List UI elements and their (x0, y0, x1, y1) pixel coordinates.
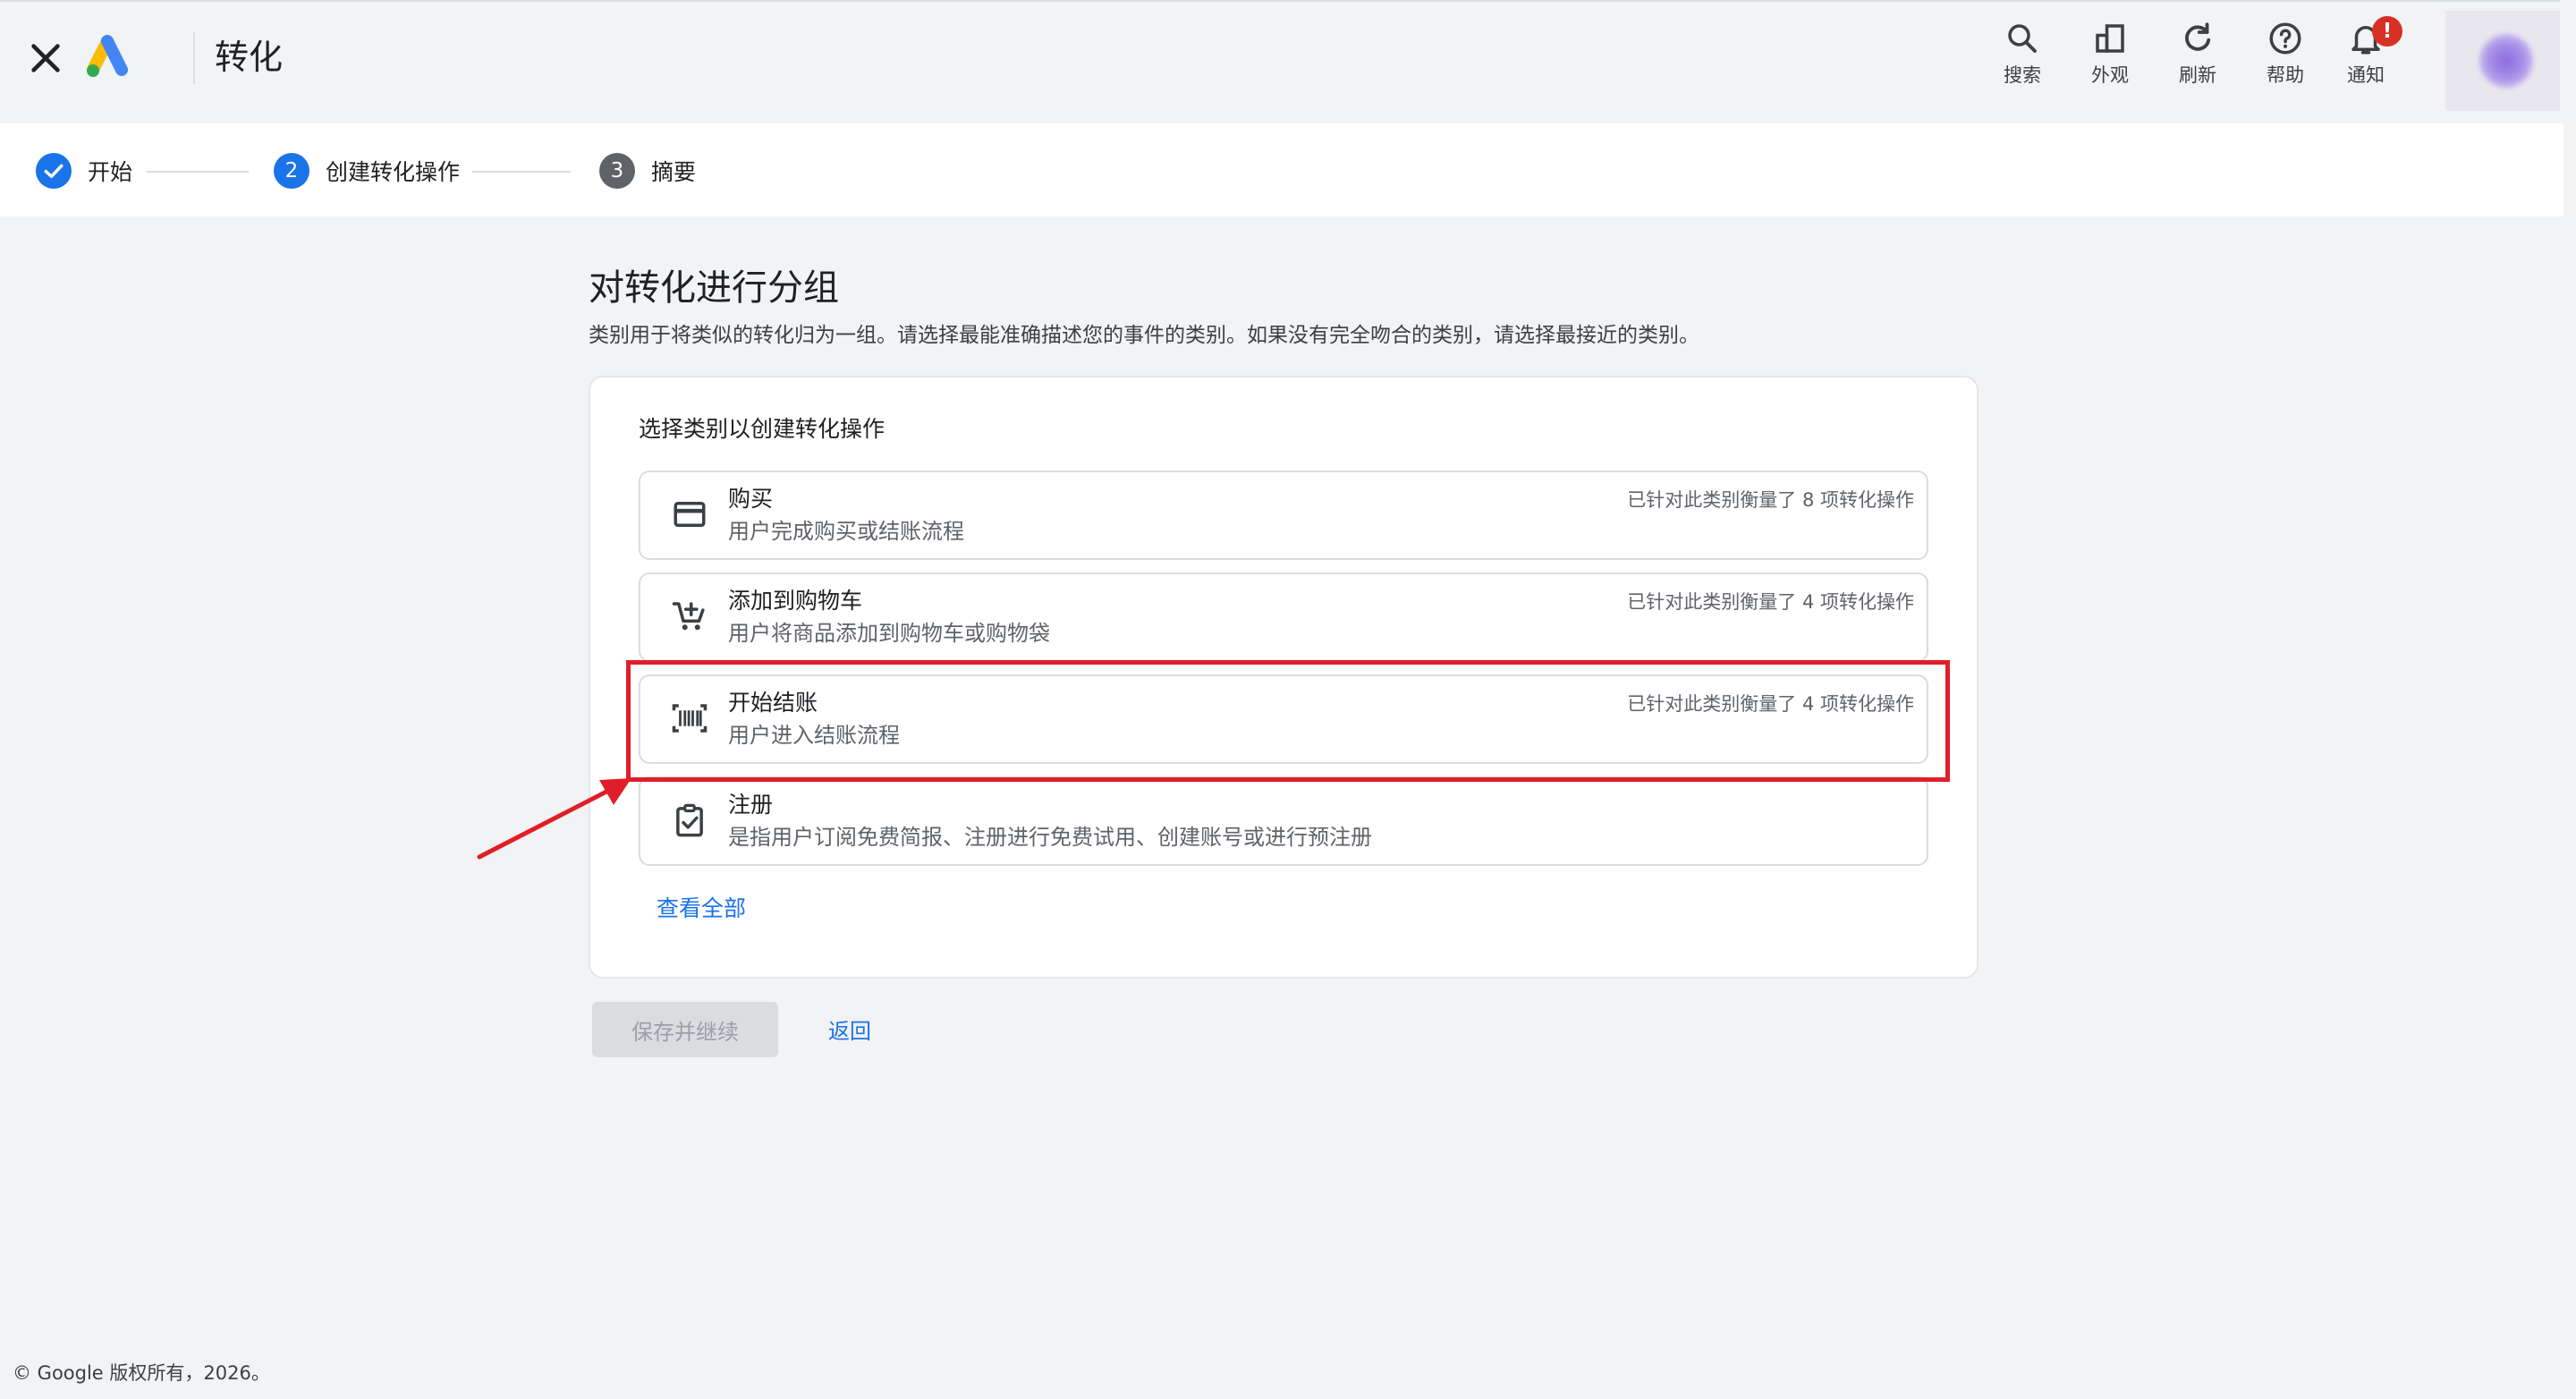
refresh-icon (2185, 22, 2211, 51)
option-description: 用户完成购买或结账流程 (728, 519, 964, 544)
add-to-cart-icon (672, 602, 705, 631)
close-icon[interactable] (25, 38, 66, 79)
option-title: 开始结账 (728, 690, 818, 716)
stepper: 开始 2 创建转化操作 3 摘要 (0, 123, 2563, 216)
view-all-link[interactable]: 查看全部 (657, 893, 746, 925)
option-title: 添加到购物车 (728, 588, 863, 614)
option-description: 用户进入结账流程 (728, 723, 900, 748)
google-ads-logo (82, 34, 132, 81)
step-number-3: 3 (599, 153, 635, 189)
help-icon (2269, 22, 2301, 55)
avatar[interactable] (2479, 34, 2533, 88)
clipboard-check-icon (676, 803, 703, 837)
search-icon (2008, 24, 2037, 53)
page-title: 转化 (215, 38, 284, 77)
check-icon (36, 153, 72, 189)
step-create: 2 创建转化操作 (274, 152, 460, 190)
help-button[interactable]: 帮助 (2241, 20, 2329, 88)
save-and-continue-button[interactable]: 保存并继续 (592, 1002, 778, 1057)
step-summary: 3 摘要 (599, 152, 696, 190)
search-label: 搜索 (2004, 64, 2041, 86)
option-count: 已针对此类别衡量了 4 项转化操作 (1627, 693, 1914, 715)
refresh-label: 刷新 (2179, 64, 2216, 86)
top-bar: 转化 搜索 外观 刷新 帮助 通知 ! (0, 0, 2560, 122)
step-start-label: 开始 (88, 159, 133, 185)
notifications-button[interactable]: 通知 ! (2322, 16, 2410, 88)
appearance-label: 外观 (2091, 64, 2129, 86)
option-count: 已针对此类别衡量了 8 项转化操作 (1627, 489, 1914, 511)
option-description: 是指用户订阅免费简报、注册进行免费试用、创建账号或进行预注册 (728, 825, 1372, 850)
refresh-button[interactable]: 刷新 (2154, 20, 2241, 88)
category-option-purchase[interactable]: 购买 用户完成购买或结账流程 已针对此类别衡量了 8 项转化操作 (639, 471, 1928, 560)
step-connector (147, 171, 249, 173)
step-create-label: 创建转化操作 (326, 159, 461, 185)
credit-card-icon (674, 502, 706, 527)
section-description: 类别用于将类似的转化归为一组。请选择最能准确描述您的事件的类别。如果没有完全吻合… (589, 324, 1699, 347)
step-number-2: 2 (274, 153, 309, 189)
card-title: 选择类别以创建转化操作 (639, 416, 886, 442)
barcode-scanner-icon (672, 704, 708, 733)
category-option-signup[interactable]: 注册 是指用户订阅免费简报、注册进行免费试用、创建账号或进行预注册 (639, 776, 1928, 866)
option-count: 已针对此类别衡量了 4 项转化操作 (1627, 591, 1914, 613)
help-label: 帮助 (2267, 64, 2304, 86)
notifications-label: 通知 (2347, 64, 2385, 86)
step-start: 开始 (36, 152, 132, 190)
option-title: 注册 (728, 792, 774, 818)
option-description: 用户将商品添加到购物车或购物袋 (728, 621, 1050, 646)
appearance-button[interactable]: 外观 (2066, 20, 2154, 88)
category-option-begin-checkout[interactable]: 开始结账 用户进入结账流程 已针对此类别衡量了 4 项转化操作 (639, 674, 1928, 764)
notification-badge: ! (2372, 16, 2402, 47)
step-connector (472, 171, 571, 173)
search-button[interactable]: 搜索 (1979, 20, 2066, 88)
header-divider (193, 32, 195, 84)
category-option-add-to-cart[interactable]: 添加到购物车 用户将商品添加到购物车或购物袋 已针对此类别衡量了 4 项转化操作 (639, 572, 1928, 662)
section-heading: 对转化进行分组 (589, 267, 839, 309)
back-button[interactable]: 返回 (828, 1016, 871, 1047)
appearance-icon (2096, 24, 2124, 53)
step-summary-label: 摘要 (651, 159, 697, 185)
footer-copyright: © Google 版权所有，2026。 (13, 1362, 270, 1384)
option-title: 购买 (728, 486, 774, 512)
